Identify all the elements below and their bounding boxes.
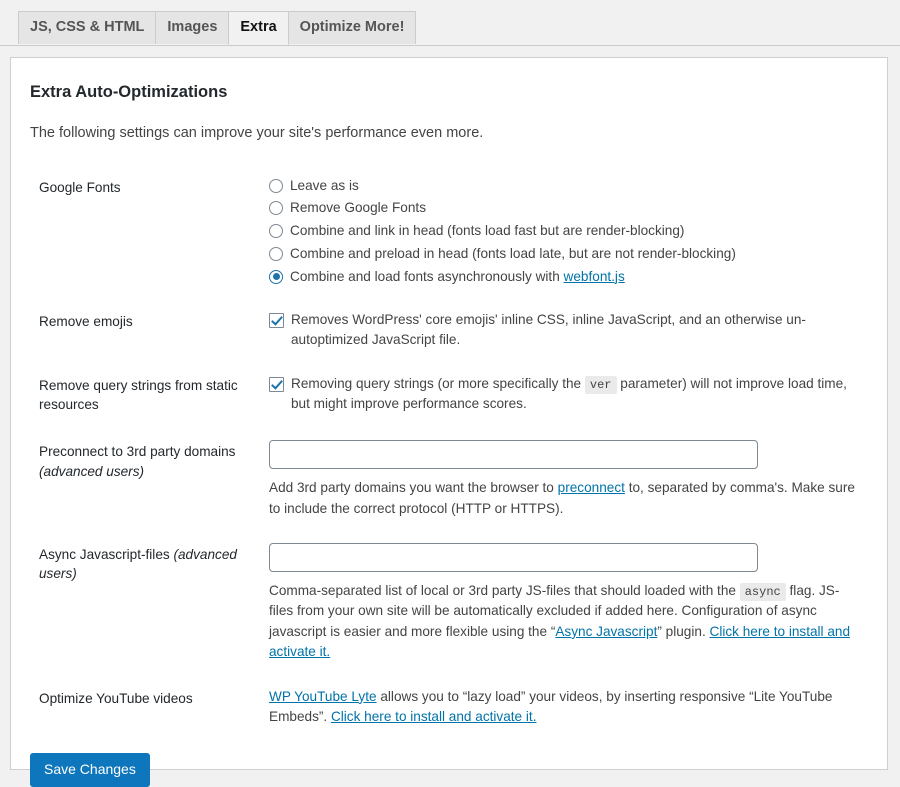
query-strings-text-part1: Removing query strings (or more specific… bbox=[291, 375, 585, 391]
setting-row-async-js: Async Javascript-files (advanced users) … bbox=[30, 531, 870, 675]
async-js-input[interactable] bbox=[269, 543, 758, 573]
radio-text-combine-async: Combine and load fonts asynchronously wi… bbox=[290, 268, 564, 284]
label-youtube: Optimize YouTube videos bbox=[39, 690, 193, 706]
setting-row-remove-query-strings: Remove query strings from static resourc… bbox=[30, 362, 870, 429]
link-preconnect[interactable]: preconnect bbox=[558, 480, 625, 495]
checkbox-label-remove-query-strings[interactable]: Removing query strings (or more specific… bbox=[291, 374, 860, 414]
link-webfontjs[interactable]: webfont.js bbox=[564, 269, 625, 284]
remove-emojis-control: Removes WordPress' core emojis' inline C… bbox=[269, 298, 870, 361]
tab-extra[interactable]: Extra bbox=[228, 11, 289, 46]
label-preconnect-note: (advanced users) bbox=[39, 463, 145, 479]
radio-icon-combine-preload-head[interactable] bbox=[269, 246, 283, 261]
radio-option-remove-google-fonts[interactable]: Remove Google Fonts bbox=[269, 198, 860, 218]
radio-option-combine-async-webfontjs[interactable]: Combine and load fonts asynchronously wi… bbox=[269, 267, 860, 287]
tab-images[interactable]: Images bbox=[155, 11, 230, 45]
setting-row-preconnect: Preconnect to 3rd party domains (advance… bbox=[30, 428, 870, 531]
preconnect-input[interactable] bbox=[269, 440, 758, 470]
link-wp-youtube-lyte[interactable]: WP YouTube Lyte bbox=[269, 689, 377, 704]
link-install-wp-youtube-lyte[interactable]: Click here to install and activate it. bbox=[331, 709, 537, 724]
setting-row-youtube: Optimize YouTube videos WP YouTube Lyte … bbox=[30, 675, 870, 740]
settings-tab-bar: JS, CSS & HTML Images Extra Optimize More! bbox=[0, 0, 900, 46]
radio-label-combine-async-webfontjs[interactable]: Combine and load fonts asynchronously wi… bbox=[290, 267, 625, 287]
radio-label-combine-link-head[interactable]: Combine and link in head (fonts load fas… bbox=[290, 221, 684, 241]
tab-optimize-more[interactable]: Optimize More! bbox=[287, 11, 417, 45]
youtube-description: WP YouTube Lyte allows you to “lazy load… bbox=[269, 687, 860, 728]
radio-label-combine-preload-head[interactable]: Combine and preload in head (fonts load … bbox=[290, 244, 736, 264]
checkbox-row-remove-query-strings[interactable]: Removing query strings (or more specific… bbox=[269, 374, 860, 414]
preconnect-desc-part1: Add 3rd party domains you want the brows… bbox=[269, 480, 558, 496]
google-fonts-options: Leave as is Remove Google Fonts Combine … bbox=[269, 164, 870, 299]
checkbox-row-remove-emojis[interactable]: Removes WordPress' core emojis' inline C… bbox=[269, 310, 860, 349]
radio-icon-combine-async-webfontjs[interactable] bbox=[269, 269, 283, 284]
checkbox-icon-remove-emojis[interactable] bbox=[269, 313, 284, 329]
async-js-control: Comma-separated list of local or 3rd par… bbox=[269, 531, 870, 675]
tab-js-css-html[interactable]: JS, CSS & HTML bbox=[18, 11, 157, 45]
async-js-desc-part3: ” plugin. bbox=[657, 623, 710, 639]
label-preconnect-main: Preconnect to 3rd party domains bbox=[39, 444, 236, 460]
checkbox-icon-remove-query-strings[interactable] bbox=[269, 376, 284, 392]
save-changes-button[interactable]: Save Changes bbox=[30, 753, 150, 787]
label-preconnect: Preconnect to 3rd party domains (advance… bbox=[30, 428, 269, 531]
page-intro: The following settings can improve your … bbox=[30, 125, 484, 142]
radio-option-leave-as-is[interactable]: Leave as is bbox=[269, 176, 860, 196]
label-remove-query-strings: Remove query strings from static resourc… bbox=[39, 377, 238, 412]
label-async-js-main: Async Javascript-files bbox=[39, 547, 174, 563]
code-async: async bbox=[739, 583, 786, 602]
page-title: Extra Auto-Optimizations bbox=[30, 83, 228, 101]
label-google-fonts: Google Fonts bbox=[39, 179, 121, 195]
setting-row-remove-emojis: Remove emojis Removes WordPress' core em… bbox=[30, 298, 870, 361]
link-async-javascript-plugin[interactable]: Async Javascript bbox=[555, 624, 657, 639]
radio-icon-combine-link-head[interactable] bbox=[269, 224, 283, 239]
preconnect-control: Add 3rd party domains you want the brows… bbox=[269, 428, 870, 531]
radio-label-remove-google-fonts[interactable]: Remove Google Fonts bbox=[290, 198, 426, 218]
code-ver: ver bbox=[584, 375, 617, 394]
radio-icon-remove-google-fonts[interactable] bbox=[269, 201, 283, 216]
async-js-desc-part1: Comma-separated list of local or 3rd par… bbox=[269, 583, 740, 599]
remove-query-strings-control: Removing query strings (or more specific… bbox=[269, 362, 870, 429]
checkbox-label-remove-emojis[interactable]: Removes WordPress' core emojis' inline C… bbox=[291, 310, 860, 349]
radio-icon-leave-as-is[interactable] bbox=[269, 178, 283, 193]
settings-form-table: Google Fonts Leave as is Remove Google F… bbox=[30, 164, 870, 740]
setting-row-google-fonts: Google Fonts Leave as is Remove Google F… bbox=[30, 164, 870, 299]
radio-label-leave-as-is[interactable]: Leave as is bbox=[290, 176, 359, 196]
label-async-js: Async Javascript-files (advanced users) bbox=[30, 531, 269, 675]
async-js-description: Comma-separated list of local or 3rd par… bbox=[269, 581, 860, 663]
youtube-control: WP YouTube Lyte allows you to “lazy load… bbox=[269, 675, 870, 740]
radio-option-combine-link-head[interactable]: Combine and link in head (fonts load fas… bbox=[269, 221, 860, 241]
radio-option-combine-preload-head[interactable]: Combine and preload in head (fonts load … bbox=[269, 244, 860, 264]
submit-area: Save Changes bbox=[11, 745, 887, 787]
label-remove-emojis: Remove emojis bbox=[39, 314, 133, 330]
settings-panel: Extra Auto-Optimizations The following s… bbox=[10, 57, 888, 787]
preconnect-description: Add 3rd party domains you want the brows… bbox=[269, 478, 860, 519]
